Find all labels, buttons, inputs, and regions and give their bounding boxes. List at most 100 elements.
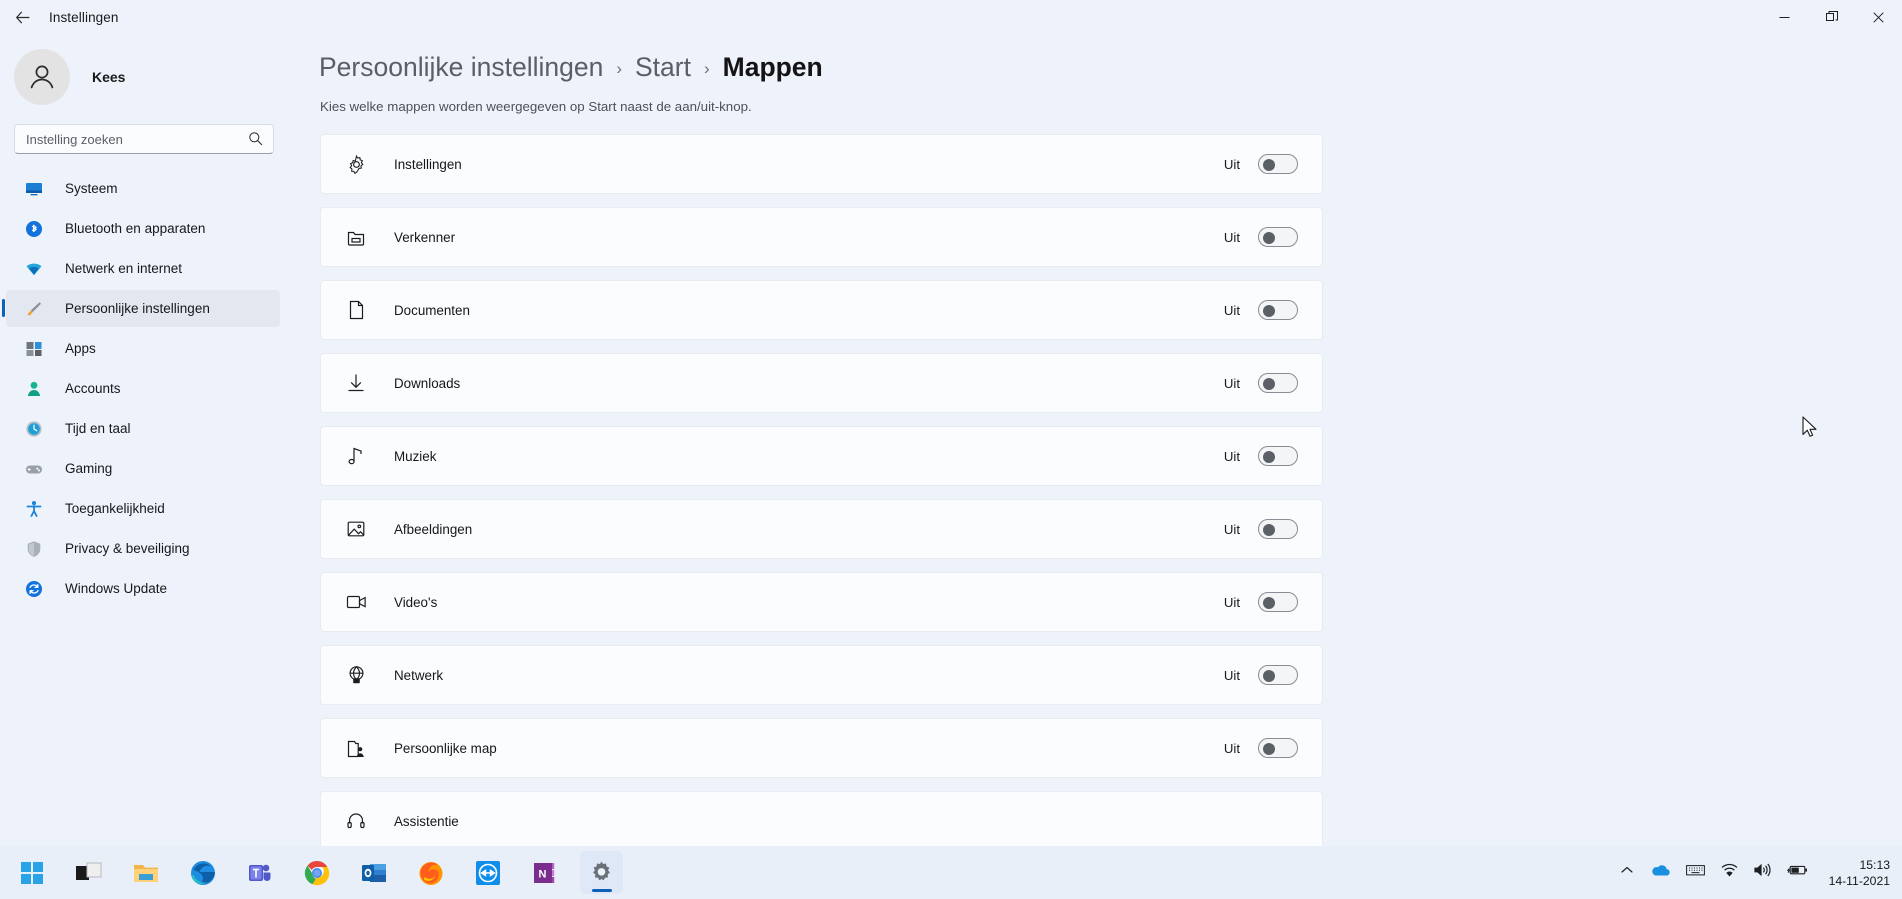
toggle-state-label: Uit — [1223, 375, 1240, 391]
clock[interactable]: 15:13 14-11-2021 — [1829, 857, 1890, 889]
taskbar-teamviewer-button[interactable] — [466, 851, 509, 894]
table-row[interactable]: Instellingen Uit — [320, 134, 1323, 194]
apps-grid-icon — [24, 339, 44, 359]
volume-tray-button[interactable] — [1753, 863, 1771, 882]
table-row[interactable]: Persoonlijke map Uit — [320, 718, 1323, 778]
breadcrumb-root[interactable]: Persoonlijke instellingen — [319, 52, 603, 83]
sidebar-item-toegankelijkheid[interactable]: Toegankelijkheid — [6, 490, 280, 527]
sidebar-item-persoonlijke-instellingen[interactable]: Persoonlijke instellingen — [2, 290, 280, 327]
taskbar-file-explorer-button[interactable] — [124, 851, 167, 894]
close-icon — [1873, 11, 1884, 23]
breadcrumb: Persoonlijke instellingen › Start › Mapp… — [319, 52, 1902, 83]
mouse-cursor — [1802, 416, 1817, 437]
taskbar-edge-button[interactable] — [181, 851, 224, 894]
file-explorer-icon — [133, 864, 158, 882]
breadcrumb-middle[interactable]: Start — [635, 52, 691, 83]
chevron-right-icon: › — [616, 59, 622, 78]
toggle-switch[interactable] — [1258, 665, 1298, 685]
table-row[interactable]: Assistentie — [320, 791, 1323, 851]
sidebar-nav: Systeem Bluetooth en apparaten Netwerk e… — [0, 170, 290, 607]
person-avatar-icon — [30, 65, 54, 89]
wifi-tray-button[interactable] — [1721, 863, 1738, 882]
back-button[interactable] — [0, 0, 44, 34]
sidebar-item-label: Tijd en taal — [65, 421, 131, 436]
chevron-right-icon: › — [703, 59, 710, 78]
row-control: Uit — [1224, 519, 1322, 539]
battery-tray-button[interactable] — [1786, 863, 1809, 882]
row-control: Uit — [1224, 300, 1322, 320]
sidebar-item-netwerk-en-internet[interactable]: Netwerk en internet — [6, 250, 280, 287]
taskbar-start-button[interactable] — [10, 851, 53, 894]
table-row[interactable]: Documenten Uit — [320, 280, 1323, 340]
search-box[interactable] — [14, 124, 274, 154]
picture-icon — [345, 518, 367, 540]
taskbar: N 15:13 14-11-2021 — [0, 846, 1902, 899]
toggle-state-label: Uit — [1223, 302, 1240, 318]
clock-time: 15:13 — [1859, 857, 1891, 872]
toggle-switch[interactable] — [1258, 519, 1298, 539]
row-label: Assistentie — [394, 813, 459, 829]
sidebar-item-tijd-en-taal[interactable]: Tijd en taal — [6, 410, 280, 447]
taskbar-task-view-button[interactable] — [67, 851, 110, 894]
table-row[interactable]: Verkenner Uit — [320, 207, 1323, 267]
sidebar-item-windows-update[interactable]: Windows Update — [6, 570, 280, 607]
taskbar-onenote-button[interactable]: N — [523, 851, 566, 894]
minimize-button[interactable] — [1761, 0, 1808, 34]
sidebar-item-label: Accounts — [65, 381, 121, 396]
user-folder-icon — [345, 737, 367, 759]
toggle-switch[interactable] — [1258, 154, 1298, 174]
battery-charging-icon — [1786, 865, 1807, 875]
taskbar-chrome-button[interactable] — [295, 851, 338, 894]
sidebar-item-gaming[interactable]: Gaming — [6, 450, 280, 487]
toggle-switch[interactable] — [1258, 227, 1298, 247]
toggle-state-label: Uit — [1223, 448, 1240, 464]
sidebar-item-accounts[interactable]: Accounts — [6, 370, 280, 407]
table-row[interactable]: Video's Uit — [320, 572, 1323, 632]
row-control: Uit — [1224, 227, 1322, 247]
user-profile[interactable]: Kees — [0, 34, 290, 120]
volume-icon — [1753, 863, 1771, 877]
toggle-switch[interactable] — [1258, 592, 1298, 612]
maximize-button[interactable] — [1808, 0, 1855, 34]
update-refresh-icon — [24, 579, 44, 599]
onedrive-tray-button[interactable] — [1650, 863, 1670, 882]
toggle-switch[interactable] — [1258, 446, 1298, 466]
onenote-icon: N — [533, 862, 554, 883]
sidebar-item-apps[interactable]: Apps — [6, 330, 280, 367]
taskbar-firefox-button[interactable] — [409, 851, 452, 894]
system-tray: 15:13 14-11-2021 — [1620, 857, 1890, 889]
table-row[interactable]: Netwerk Uit — [320, 645, 1323, 705]
sidebar-item-privacy-beveiliging[interactable]: Privacy & beveiliging — [6, 530, 280, 567]
toggle-state-label: Uit — [1223, 740, 1240, 756]
sidebar-item-label: Windows Update — [65, 581, 168, 596]
row-label: Afbeeldingen — [394, 521, 473, 537]
clock-date: 14-11-2021 — [1828, 873, 1890, 888]
sidebar-item-systeem[interactable]: Systeem — [6, 170, 280, 207]
close-button[interactable] — [1855, 0, 1902, 34]
table-row[interactable]: Muziek Uit — [320, 426, 1323, 486]
edge-icon — [190, 860, 215, 885]
folder-icon — [345, 226, 367, 248]
toggle-switch[interactable] — [1258, 738, 1298, 758]
search-input[interactable] — [15, 126, 230, 152]
keyboard-tray-button[interactable] — [1685, 863, 1705, 882]
onedrive-icon — [1651, 865, 1670, 876]
table-row[interactable]: Downloads Uit — [320, 353, 1323, 413]
show-hidden-icons-button[interactable] — [1620, 863, 1634, 882]
table-row[interactable]: Afbeeldingen Uit — [320, 499, 1323, 559]
toggle-state-label: Uit — [1223, 594, 1240, 610]
sidebar-item-bluetooth-en-apparaten[interactable]: Bluetooth en apparaten — [6, 210, 280, 247]
clock-globe-icon — [24, 419, 44, 439]
teams-icon — [248, 864, 270, 881]
taskbar-settings-button[interactable] — [580, 851, 623, 894]
video-camera-icon — [345, 591, 367, 613]
row-control: Uit — [1224, 738, 1322, 758]
toggle-state-label: Uit — [1223, 667, 1240, 683]
sidebar-item-label: Systeem — [65, 181, 118, 196]
row-label: Netwerk — [394, 667, 444, 683]
row-label: Muziek — [394, 448, 437, 464]
toggle-switch[interactable] — [1258, 300, 1298, 320]
taskbar-teams-button[interactable] — [238, 851, 281, 894]
taskbar-outlook-button[interactable] — [352, 851, 395, 894]
toggle-switch[interactable] — [1258, 373, 1298, 393]
